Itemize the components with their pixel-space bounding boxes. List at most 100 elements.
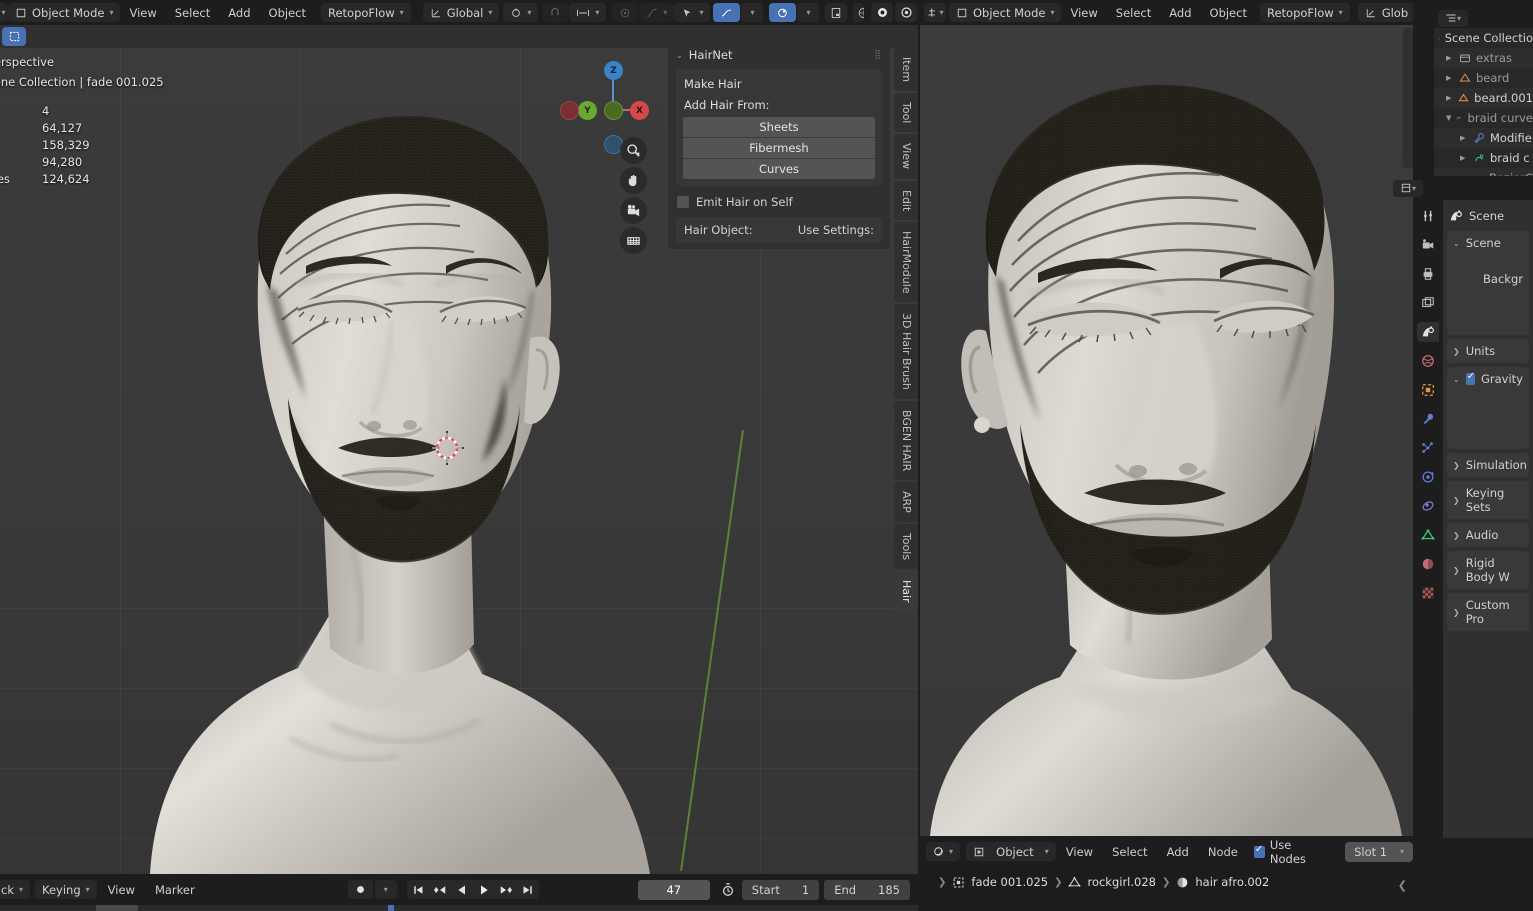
- play-reverse-button[interactable]: [450, 880, 473, 899]
- toggle-ortho-perspective-button[interactable]: [620, 227, 647, 254]
- breadcrumb-mesh[interactable]: rockgirl.028: [1087, 875, 1156, 889]
- tab-physics-icon[interactable]: [1417, 467, 1439, 487]
- chevron-right-icon[interactable]: ❯: [1453, 531, 1460, 540]
- retopoflow-menu-2[interactable]: RetopoFlow ▾: [1259, 3, 1350, 22]
- emit-hair-on-self-row[interactable]: Emit Hair on Self: [668, 186, 890, 213]
- chevron-right-icon[interactable]: ❯: [1453, 496, 1460, 505]
- shader-menu-node[interactable]: Node: [1199, 842, 1247, 862]
- expand-triangle-icon[interactable]: ▶: [1446, 54, 1454, 62]
- tab-hair[interactable]: Hair: [894, 571, 918, 612]
- use-nodes-checkbox[interactable]: [1253, 844, 1265, 858]
- xray-toggle[interactable]: [769, 3, 797, 22]
- editor-type-icon-2[interactable]: ▾: [924, 3, 946, 22]
- transform-orientation[interactable]: Global ▾: [422, 3, 500, 22]
- tab-tools[interactable]: Tools: [894, 524, 918, 570]
- tab-particles-icon[interactable]: [1417, 438, 1439, 458]
- jump-to-end-button[interactable]: [516, 880, 539, 899]
- tab-constraints-icon[interactable]: [1417, 496, 1439, 516]
- hairnet-panel-header[interactable]: ⌄ HairNet ⣿: [668, 48, 890, 67]
- editor-type-icon[interactable]: ▾: [0, 3, 8, 22]
- outliner-item-braid-curve[interactable]: ▼ braid curve: [1434, 108, 1533, 128]
- playback-controls[interactable]: [406, 880, 539, 899]
- auto-keying-toggle[interactable]: [347, 880, 373, 899]
- expand-triangle-icon[interactable]: ▶: [1460, 134, 1468, 142]
- use-preview-range-icon[interactable]: [716, 880, 740, 899]
- panel-audio[interactable]: ❯ Audio: [1447, 523, 1529, 547]
- chevron-right-icon[interactable]: ❯: [1453, 347, 1460, 356]
- breadcrumb-material[interactable]: hair afro.002: [1195, 875, 1269, 889]
- tab-data-icon[interactable]: [1417, 525, 1439, 545]
- timeline-menu-marker[interactable]: Marker: [146, 880, 204, 900]
- retopoflow-menu[interactable]: RetopoFlow ▾: [320, 3, 411, 22]
- jump-to-start-button[interactable]: [406, 880, 429, 899]
- camera-view-button[interactable]: [620, 197, 647, 224]
- menu-object[interactable]: Object: [260, 3, 315, 23]
- tab-bgen-hair[interactable]: BGEN HAIR: [894, 401, 918, 481]
- outliner-scene-collection-row[interactable]: Scene Collectio: [1434, 28, 1533, 48]
- tab-texture-icon[interactable]: [1417, 583, 1439, 603]
- gizmo-x-negative[interactable]: [560, 101, 579, 120]
- expand-triangle-icon[interactable]: ▶: [1460, 154, 1468, 162]
- outliner-item-beard001[interactable]: ▶ beard.001: [1434, 88, 1533, 108]
- gizmo-y-negative[interactable]: [604, 101, 623, 120]
- material-slot-selector[interactable]: Slot 1 ▾: [1345, 841, 1413, 862]
- previous-keyframe-button[interactable]: [428, 880, 451, 899]
- overlays-dropdown[interactable]: ▾: [741, 3, 764, 22]
- tab-object-icon[interactable]: [1417, 380, 1439, 400]
- proportional-edit-button[interactable]: [612, 3, 639, 22]
- chevron-right-icon[interactable]: ❯: [1453, 566, 1460, 575]
- current-frame-field[interactable]: 47: [637, 879, 710, 900]
- auto-keying-dropdown[interactable]: ▾: [374, 880, 397, 899]
- tab-edit[interactable]: Edit: [894, 180, 918, 220]
- tab-modifier-icon[interactable]: [1417, 409, 1439, 429]
- outliner-item-braid-c[interactable]: ▶ braid c: [1434, 148, 1533, 168]
- mode-selector-2[interactable]: Object Mode ▾: [949, 3, 1062, 22]
- viewport2-canvas[interactable]: [920, 25, 1413, 836]
- tab-material-icon[interactable]: [1417, 554, 1439, 574]
- tab-hairmodule[interactable]: HairModule: [894, 221, 918, 303]
- scene-world-toggle[interactable]: [895, 3, 917, 22]
- editor-type-properties-icon[interactable]: ▾: [1393, 179, 1423, 197]
- navigation-gizmo[interactable]: Z Y X: [560, 53, 649, 154]
- tab-tool[interactable]: Tool: [894, 93, 918, 133]
- overlays-toggle[interactable]: [713, 3, 741, 22]
- sheets-button[interactable]: Sheets: [683, 117, 875, 138]
- snap-target-button[interactable]: ▾: [569, 3, 607, 22]
- menu-view[interactable]: View: [120, 3, 165, 23]
- menu-select-2[interactable]: Select: [1107, 3, 1160, 23]
- panel-simulation[interactable]: ❯ Simulation: [1447, 453, 1529, 477]
- menu-add[interactable]: Add: [219, 3, 259, 23]
- start-frame-field[interactable]: Start 1: [741, 879, 820, 900]
- viewport2-collapsed-panel[interactable]: [1403, 28, 1413, 168]
- viewport1-canvas[interactable]: er Perspective ) Scene Collection | fade…: [0, 48, 918, 874]
- snap-magnet-button[interactable]: [542, 3, 569, 22]
- panel-keying-sets[interactable]: ❯ Keying Sets: [1447, 481, 1529, 519]
- tool-select-box-icon[interactable]: [2, 27, 26, 46]
- shader-collapse-arrow[interactable]: ❮: [1398, 879, 1407, 892]
- viewport-render-icon[interactable]: [825, 3, 848, 22]
- shader-type-selector[interactable]: Object ▾: [966, 842, 1056, 861]
- mode-selector[interactable]: Object Mode ▾: [8, 3, 121, 22]
- tab-tool-icon[interactable]: [1417, 206, 1439, 226]
- tab-item[interactable]: Item: [894, 48, 918, 92]
- curves-button[interactable]: Curves: [683, 159, 875, 179]
- next-keyframe-button[interactable]: [494, 880, 517, 899]
- menu-add-2[interactable]: Add: [1160, 3, 1200, 23]
- viewport-gizmo-toggle[interactable]: ▾: [674, 3, 711, 22]
- editor-type-shader-icon[interactable]: ▾: [926, 842, 960, 861]
- tab-render-icon[interactable]: [1417, 235, 1439, 255]
- transform-orientation-2[interactable]: Glob: [1357, 3, 1413, 22]
- chevron-down-icon[interactable]: ⌄: [1453, 375, 1460, 384]
- shader-menu-view[interactable]: View: [1057, 842, 1102, 862]
- chevron-down-icon[interactable]: ⌄: [1453, 239, 1460, 248]
- tab-3d-hair-brush[interactable]: 3D Hair Brush: [894, 304, 918, 400]
- use-nodes-toggle[interactable]: Use Nodes: [1253, 838, 1326, 866]
- snap-pivot-button[interactable]: ▾: [503, 3, 539, 22]
- outliner-item-bezier[interactable]: ▶ BezierC: [1434, 168, 1533, 176]
- tab-view[interactable]: View: [894, 134, 918, 179]
- shader-menu-select[interactable]: Select: [1103, 842, 1156, 862]
- timeline-playhead[interactable]: [388, 905, 394, 911]
- outliner-item-modifier[interactable]: ▶ Modifie: [1434, 128, 1533, 148]
- tab-view-layer-icon[interactable]: [1417, 293, 1439, 313]
- breadcrumb-object[interactable]: fade 001.025: [971, 875, 1048, 889]
